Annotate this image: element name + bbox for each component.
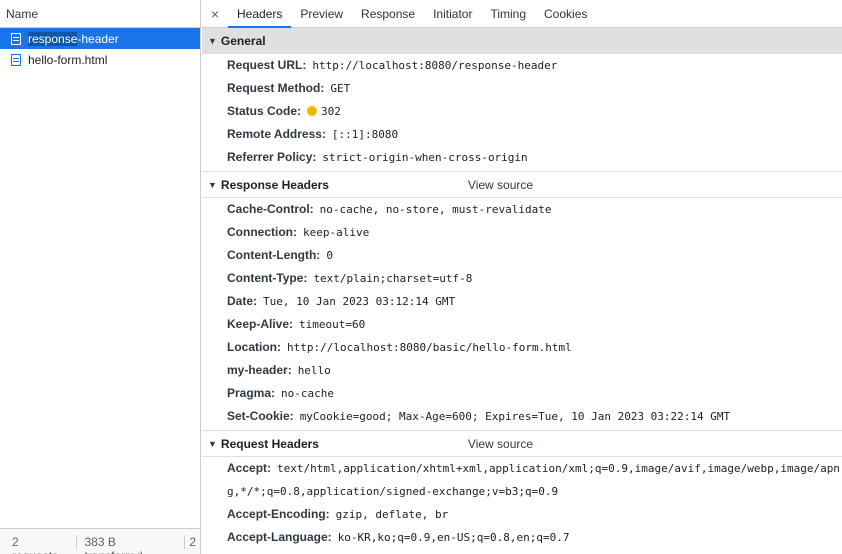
general-section-header[interactable]: ▼ General bbox=[202, 28, 842, 54]
request-item-response-header[interactable]: response-header bbox=[0, 28, 200, 49]
transferred-size: 383 B transferred bbox=[77, 534, 186, 554]
header-row: Keep-Alive: timeout=60 bbox=[227, 317, 366, 331]
header-row: Pragma: no-cache bbox=[227, 386, 335, 400]
header-row: Cache-Control: no-cache, no-store, must-r… bbox=[227, 202, 552, 216]
tab-initiator[interactable]: Initiator bbox=[424, 0, 481, 27]
header-row: Location: http://localhost:8080/basic/hel… bbox=[227, 340, 572, 354]
tab-timing[interactable]: Timing bbox=[481, 0, 535, 27]
request-details-pane: × Headers Preview Response Initiator Tim… bbox=[202, 0, 842, 554]
request-list: response-header hello-form.html bbox=[0, 28, 200, 70]
request-name: response-header bbox=[28, 31, 119, 46]
header-row: Accept-Language: ko-KR,ko;q=0.9,en-US;q=0… bbox=[227, 530, 570, 544]
header-row: Connection:keep-alive bbox=[202, 549, 842, 554]
request-list-pane: Name response-header hello-form.html 2 r… bbox=[0, 0, 201, 554]
header-row: my-header: hello bbox=[227, 363, 331, 377]
document-icon bbox=[11, 53, 21, 66]
header-row: Request Method: GET bbox=[227, 81, 351, 95]
request-item-hello-form[interactable]: hello-form.html bbox=[0, 49, 200, 70]
header-row: Content-Type: text/plain;charset=utf-8 bbox=[227, 271, 473, 285]
request-headers-section: ▼ Request Headers View source Accept: tex… bbox=[202, 431, 842, 554]
header-row: Accept: text/html,application/xhtml+xml,a… bbox=[227, 461, 840, 498]
section-title: General bbox=[220, 33, 266, 48]
view-source-link[interactable]: View source bbox=[468, 437, 533, 451]
tab-response[interactable]: Response bbox=[352, 0, 424, 27]
view-source-link[interactable]: View source bbox=[468, 178, 533, 192]
details-tabbar: × Headers Preview Response Initiator Tim… bbox=[202, 0, 842, 28]
header-row: Request URL: http://localhost:8080/respon… bbox=[227, 58, 558, 72]
tab-cookies[interactable]: Cookies bbox=[535, 0, 596, 27]
response-headers-section: ▼ Response Headers View source Cache-Con… bbox=[202, 172, 842, 431]
triangle-down-icon: ▼ bbox=[208, 179, 217, 190]
triangle-down-icon: ▼ bbox=[208, 35, 217, 46]
close-icon[interactable]: × bbox=[202, 0, 228, 27]
request-headers-section-header[interactable]: ▼ Request Headers View source bbox=[202, 431, 842, 457]
section-title: Response Headers bbox=[220, 177, 329, 192]
request-count: 2 requests bbox=[0, 534, 77, 554]
header-row: Set-Cookie: myCookie=good; Max-Age=600; E… bbox=[227, 409, 731, 423]
tab-headers[interactable]: Headers bbox=[228, 0, 292, 28]
status-extra: 2 bbox=[189, 534, 196, 549]
status-dot-icon bbox=[307, 106, 318, 116]
tab-preview[interactable]: Preview bbox=[291, 0, 352, 27]
header-row: Content-Length: 0 bbox=[227, 248, 333, 262]
request-name: hello-form.html bbox=[28, 52, 108, 67]
header-row: Date: Tue, 10 Jan 2023 03:12:14 GMT bbox=[227, 294, 456, 308]
header-row: Connection:keep-alive bbox=[227, 225, 370, 239]
triangle-down-icon: ▼ bbox=[208, 438, 217, 449]
header-row: Status Code: 302 bbox=[227, 104, 341, 118]
header-row: Referrer Policy: strict-origin-when-cross… bbox=[227, 150, 528, 164]
header-row: Remote Address: [::1]:8080 bbox=[227, 127, 399, 141]
general-section: ▼ General Request URL: http://localhost:8… bbox=[202, 28, 842, 172]
section-title: Request Headers bbox=[220, 436, 319, 451]
document-icon bbox=[11, 32, 21, 45]
name-column-header[interactable]: Name bbox=[0, 0, 200, 28]
search-highlight: response bbox=[28, 31, 78, 46]
status-bar: 2 requests 383 B transferred 2 bbox=[0, 528, 200, 554]
response-headers-section-header[interactable]: ▼ Response Headers View source bbox=[202, 172, 842, 198]
header-row: Accept-Encoding: gzip, deflate, br bbox=[227, 507, 449, 521]
